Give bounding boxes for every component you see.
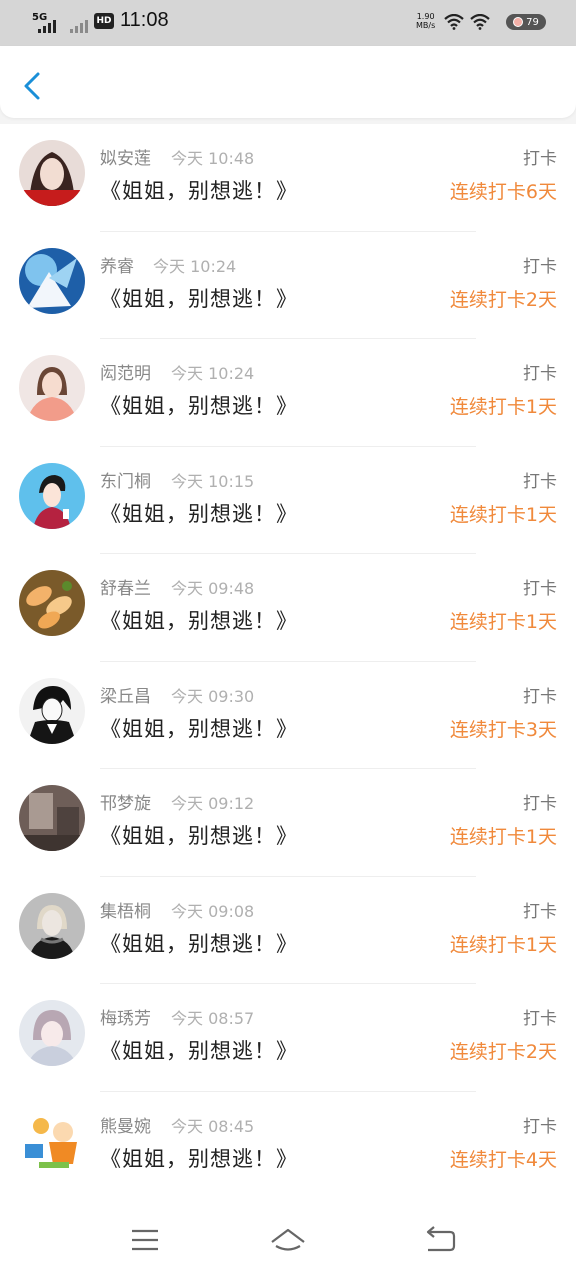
streak-label: 连续打卡3天	[449, 718, 557, 741]
list-item[interactable]: 姒安莲 今天 10:48 《姐姐，别想逃！》 打卡 连续打卡6天	[0, 124, 576, 232]
user-name: 邗梦旋	[100, 794, 151, 814]
checkin-label: 打卡	[523, 794, 557, 814]
book-title: 《姐姐，别想逃！》	[100, 1146, 298, 1171]
post-time: 今天 10:24	[153, 256, 237, 276]
checkin-label: 打卡	[523, 149, 557, 169]
checkin-label: 打卡	[523, 579, 557, 599]
post-time: 今天 09:08	[171, 901, 255, 921]
avatar[interactable]	[19, 677, 85, 744]
list-item[interactable]: 邗梦旋 今天 09:12 《姐姐，别想逃！》 打卡 连续打卡1天	[0, 769, 576, 877]
checkin-label: 打卡	[523, 686, 557, 707]
post-time: 今天 10:24	[171, 364, 255, 383]
book-title: 《姐姐，别想逃！》	[100, 824, 298, 848]
post-time: 今天 09:30	[171, 686, 255, 706]
user-name: 闳范明	[100, 364, 151, 384]
streak-label: 连续打卡2天	[449, 1041, 557, 1063]
checkin-label: 打卡	[523, 256, 557, 277]
avatar[interactable]	[19, 785, 85, 851]
streak-label: 连续打卡1天	[449, 611, 557, 633]
list-item[interactable]: 东门桐 今天 10:15 《姐姐，别想逃！》 打卡 连续打卡1天	[0, 447, 576, 554]
book-title: 《姐姐，别想逃！》	[100, 1039, 298, 1063]
avatar[interactable]	[19, 570, 85, 636]
post-time: 今天 08:57	[171, 1009, 255, 1028]
user-name: 东门桐	[100, 471, 151, 492]
avatar[interactable]	[19, 1000, 85, 1066]
book-title: 《姐姐，别想逃！》	[100, 609, 298, 633]
checkin-label: 打卡	[523, 364, 557, 384]
post-time: 今天 09:12	[171, 794, 255, 813]
avatar[interactable]	[19, 892, 85, 959]
user-name: 梁丘昌	[100, 686, 151, 707]
app-header	[0, 46, 576, 118]
book-title: 《姐姐，别想逃！》	[100, 501, 298, 526]
streak-label: 连续打卡4天	[449, 1148, 557, 1171]
book-title: 《姐姐，别想逃！》	[100, 716, 298, 741]
home-icon[interactable]	[268, 1220, 308, 1260]
list-item[interactable]: 梁丘昌 今天 09:30 《姐姐，别想逃！》 打卡 连续打卡3天	[0, 662, 576, 769]
menu-icon[interactable]	[124, 1220, 164, 1260]
book-title: 《姐姐，别想逃！》	[100, 931, 298, 956]
back-chevron-icon[interactable]	[18, 70, 46, 102]
avatar[interactable]	[19, 140, 85, 206]
list-item[interactable]: 集梧桐 今天 09:08 《姐姐，别想逃！》 打卡 连续打卡1天	[0, 877, 576, 984]
hd-badge: HD	[94, 13, 114, 29]
back-icon[interactable]	[420, 1220, 460, 1260]
status-right: 1.90 MB/s 79	[416, 10, 546, 36]
user-name: 养睿	[100, 256, 134, 277]
avatar[interactable]	[19, 247, 85, 314]
book-title: 《姐姐，别想逃！》	[100, 394, 298, 418]
checkin-label: 打卡	[523, 1116, 557, 1137]
network-speed: 1.90 MB/s	[416, 12, 436, 30]
avatar[interactable]	[19, 1107, 85, 1174]
post-time: 今天 08:45	[171, 1116, 255, 1136]
clock: 11:08	[120, 9, 169, 31]
user-name: 舒春兰	[100, 579, 151, 599]
battery-icon: 79	[506, 14, 546, 30]
book-title: 《姐姐，别想逃！》	[100, 179, 298, 203]
avatar[interactable]	[19, 355, 85, 421]
streak-label: 连续打卡6天	[449, 181, 557, 203]
signal-2-icon	[70, 20, 88, 33]
list-item[interactable]: 梅琇芳 今天 08:57 《姐姐，别想逃！》 打卡 连续打卡2天	[0, 984, 576, 1092]
checkin-label: 打卡	[523, 1009, 557, 1029]
system-nav-bar	[0, 1194, 576, 1280]
avatar[interactable]	[19, 462, 85, 529]
list-item[interactable]: 熊曼婉 今天 08:45 《姐姐，别想逃！》 打卡 连续打卡4天	[0, 1092, 576, 1200]
checkin-label: 打卡	[523, 901, 557, 922]
signal-icon	[38, 20, 56, 33]
list-item[interactable]: 闳范明 今天 10:24 《姐姐，别想逃！》 打卡 连续打卡1天	[0, 339, 576, 447]
user-name: 梅琇芳	[100, 1009, 151, 1029]
checkin-feed: 姒安莲 今天 10:48 《姐姐，别想逃！》 打卡 连续打卡6天 养睿 今天 1…	[0, 124, 576, 1194]
list-item[interactable]: 舒春兰 今天 09:48 《姐姐，别想逃！》 打卡 连续打卡1天	[0, 554, 576, 662]
post-time: 今天 10:15	[171, 471, 255, 491]
user-name: 姒安莲	[100, 149, 151, 169]
status-bar: 5G HD 11:08 1.90 MB/s 79	[0, 0, 576, 46]
wifi-icon	[444, 14, 464, 30]
list-item[interactable]: 养睿 今天 10:24 《姐姐，别想逃！》 打卡 连续打卡2天	[0, 232, 576, 339]
streak-label: 连续打卡1天	[449, 826, 557, 848]
user-name: 集梧桐	[100, 901, 151, 922]
streak-label: 连续打卡1天	[449, 933, 557, 956]
streak-label: 连续打卡1天	[449, 396, 557, 418]
checkin-label: 打卡	[523, 471, 557, 492]
book-title: 《姐姐，别想逃！》	[100, 286, 298, 311]
user-name: 熊曼婉	[100, 1116, 151, 1137]
streak-label: 连续打卡2天	[449, 288, 557, 311]
post-time: 今天 10:48	[171, 149, 255, 168]
wifi-2-icon	[470, 14, 490, 30]
post-time: 今天 09:48	[171, 579, 255, 598]
streak-label: 连续打卡1天	[449, 503, 557, 526]
